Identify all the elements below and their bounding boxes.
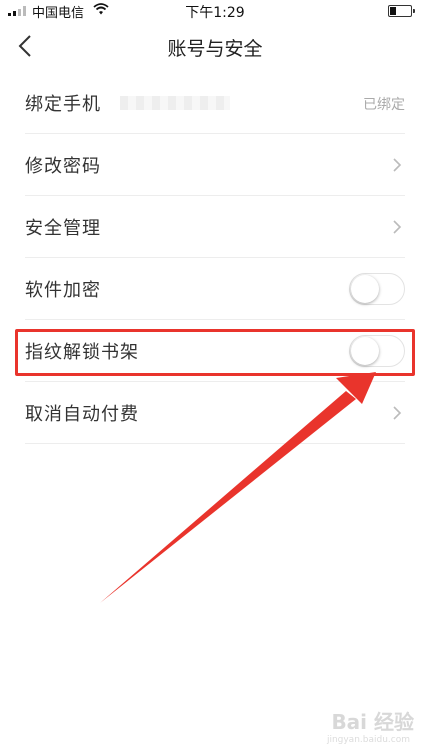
- watermark-logo: Bai 经验: [331, 710, 414, 734]
- annotation-arrow-icon: [100, 372, 376, 603]
- watermark-url: jingyan.baidu.com: [326, 735, 410, 745]
